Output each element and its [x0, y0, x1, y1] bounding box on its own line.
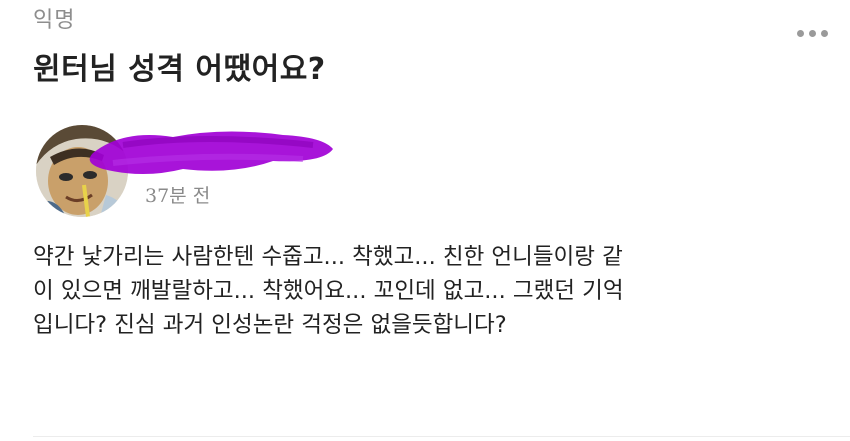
post-body-line: 입니다? 진심 과거 인성논란 걱정은 없을듯합니다?: [33, 312, 507, 338]
post-body-line: 이 있으면 깨발랄하고... 착했어요... 꼬인데 없고... 그랬던 기억: [33, 278, 624, 304]
post-body-line: 약간 낯가리는 사람한텐 수줍고... 착했고... 친한 언니들이랑 같: [33, 244, 623, 270]
author-info: 37분 전: [33, 125, 633, 225]
post-body: 약간 낯가리는 사람한텐 수줍고... 착했고... 친한 언니들이랑 같 이 …: [33, 240, 823, 342]
more-dot: [797, 30, 804, 37]
post-time: 37분 전: [145, 185, 211, 207]
more-options-icon[interactable]: [797, 30, 828, 37]
divider: [33, 436, 850, 437]
author-name-redaction: [89, 131, 334, 174]
more-dot: [809, 30, 816, 37]
more-dot: [821, 30, 828, 37]
board-category: 익명: [33, 8, 76, 33]
post-title: 윈터님 성격 어땠어요?: [33, 52, 326, 87]
